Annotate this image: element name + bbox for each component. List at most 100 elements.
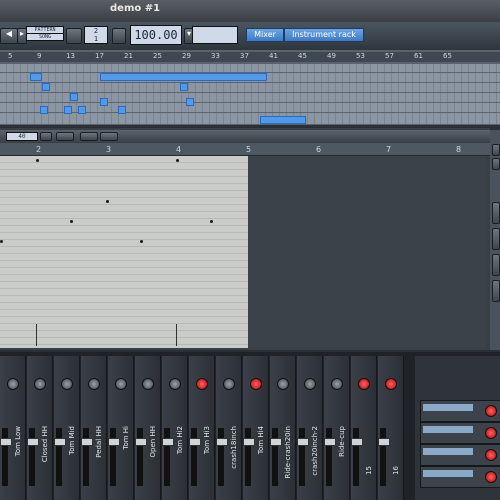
pan-knob[interactable] — [331, 378, 343, 390]
fx-knob[interactable] — [485, 471, 497, 483]
pattern-block[interactable] — [118, 106, 126, 114]
fader-handle[interactable] — [0, 438, 12, 446]
volume-fader[interactable] — [189, 428, 201, 486]
pan-knob[interactable] — [169, 378, 181, 390]
fader-handle[interactable] — [270, 438, 282, 446]
toolbar-button[interactable] — [40, 132, 52, 141]
song-ruler[interactable]: 5 9 13 17 21 25 29 33 37 41 45 49 53 57 … — [0, 52, 500, 62]
pan-knob[interactable] — [196, 378, 208, 390]
volume-fader[interactable] — [324, 428, 336, 486]
volume-fader[interactable] — [54, 428, 66, 486]
fader-handle[interactable] — [216, 438, 228, 446]
measure-display: 2 1 — [84, 26, 108, 44]
fader-handle[interactable] — [108, 438, 120, 446]
pan-knob[interactable] — [223, 378, 235, 390]
fx-slot[interactable] — [420, 466, 500, 488]
pan-knob[interactable] — [304, 378, 316, 390]
mode-song[interactable]: SONG — [26, 33, 64, 41]
side-button[interactable] — [492, 254, 500, 276]
side-button[interactable] — [492, 280, 500, 302]
side-button[interactable] — [492, 144, 500, 156]
volume-fader[interactable] — [0, 428, 12, 486]
pattern-block[interactable] — [100, 73, 267, 81]
pattern-block[interactable] — [30, 73, 42, 81]
metronome-button[interactable] — [112, 28, 126, 44]
pattern-block[interactable] — [64, 106, 72, 114]
tempo-display[interactable]: 100.00 — [130, 25, 182, 45]
fader-handle[interactable] — [324, 438, 336, 446]
pan-knob[interactable] — [385, 378, 397, 390]
fader-handle[interactable] — [54, 438, 66, 446]
pattern-block[interactable] — [260, 116, 306, 124]
pattern-block[interactable] — [180, 83, 188, 91]
ruler-mark: 41 — [269, 52, 278, 60]
toolbar-button[interactable] — [80, 132, 98, 141]
pan-knob[interactable] — [358, 378, 370, 390]
drum-hit[interactable] — [210, 220, 213, 223]
pan-knob[interactable] — [34, 378, 46, 390]
fx-slot[interactable] — [420, 444, 500, 466]
toolbar-button[interactable] — [56, 132, 74, 141]
song-pattern-grid[interactable] — [0, 64, 500, 124]
volume-fader[interactable] — [108, 428, 120, 486]
fx-slot[interactable] — [420, 400, 500, 422]
pattern-block[interactable] — [186, 98, 194, 106]
fx-slot[interactable] — [420, 422, 500, 444]
drum-hit[interactable] — [0, 240, 3, 243]
fader-handle[interactable] — [189, 438, 201, 446]
volume-fader[interactable] — [162, 428, 174, 486]
drum-hit[interactable] — [70, 220, 73, 223]
fx-knob[interactable] — [485, 405, 497, 417]
drum-hit[interactable] — [140, 240, 143, 243]
volume-fader[interactable] — [216, 428, 228, 486]
fx-name — [423, 470, 473, 477]
mixer-button[interactable]: Mixer — [246, 28, 284, 42]
pattern-block[interactable] — [78, 106, 86, 114]
pan-knob[interactable] — [277, 378, 289, 390]
fader-handle[interactable] — [81, 438, 93, 446]
pan-knob[interactable] — [61, 378, 73, 390]
side-button[interactable] — [492, 228, 500, 250]
fx-knob[interactable] — [485, 449, 497, 461]
volume-fader[interactable] — [297, 428, 309, 486]
fader-handle[interactable] — [378, 438, 390, 446]
volume-fader[interactable] — [270, 428, 282, 486]
fader-handle[interactable] — [243, 438, 255, 446]
drum-hit[interactable] — [106, 200, 109, 203]
pattern-block[interactable] — [40, 106, 48, 114]
toolbar-button[interactable] — [100, 132, 118, 141]
pan-knob[interactable] — [115, 378, 127, 390]
pan-knob[interactable] — [7, 378, 19, 390]
fader-handle[interactable] — [297, 438, 309, 446]
pattern-block[interactable] — [42, 83, 50, 91]
fader-handle[interactable] — [27, 438, 39, 446]
fader-handle[interactable] — [351, 438, 363, 446]
resolution-field[interactable]: 40 — [6, 132, 38, 141]
mode-button[interactable] — [66, 28, 82, 44]
pattern-block[interactable] — [100, 98, 108, 106]
volume-fader[interactable] — [378, 428, 390, 486]
side-button[interactable] — [492, 158, 500, 170]
volume-fader[interactable] — [351, 428, 363, 486]
prev-button[interactable]: ◀ — [0, 28, 18, 44]
fx-knob[interactable] — [485, 427, 497, 439]
ruler-mark: 5 — [246, 145, 252, 154]
fader-handle[interactable] — [135, 438, 147, 446]
volume-fader[interactable] — [27, 428, 39, 486]
pan-knob[interactable] — [142, 378, 154, 390]
pattern-block[interactable] — [70, 93, 78, 101]
volume-fader[interactable] — [243, 428, 255, 486]
drum-hit[interactable] — [36, 159, 39, 162]
pan-knob[interactable] — [88, 378, 100, 390]
pattern-ruler[interactable]: 2 3 4 5 6 7 8 — [0, 143, 490, 156]
fader-handle[interactable] — [162, 438, 174, 446]
pattern-grid[interactable] — [0, 156, 248, 348]
volume-fader[interactable] — [135, 428, 147, 486]
velocity-bar[interactable] — [36, 324, 37, 346]
drum-hit[interactable] — [176, 159, 179, 162]
volume-fader[interactable] — [81, 428, 93, 486]
velocity-bar[interactable] — [176, 324, 177, 346]
side-button[interactable] — [492, 202, 500, 224]
instrument-rack-button[interactable]: Instrument rack — [284, 28, 364, 42]
pan-knob[interactable] — [250, 378, 262, 390]
